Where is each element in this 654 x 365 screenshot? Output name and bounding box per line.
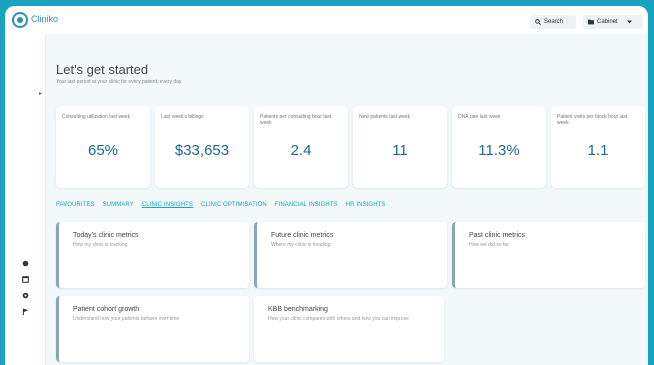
folder-icon (588, 19, 594, 25)
metric-label: Patient visits per block hour last week (557, 114, 628, 126)
card-title: Past clinic metrics (469, 232, 526, 239)
card-title: KBB benchmarking (268, 306, 328, 313)
app-window: Cliniko Search Cabinet ▸ Let's get start… (5, 6, 648, 365)
card-title: Patient cohort growth (73, 306, 140, 313)
home-icon[interactable] (22, 260, 29, 267)
metric-value: 11 (392, 142, 408, 159)
brand-name: Cliniko (31, 14, 59, 24)
metric-card[interactable]: Patient visits per block hour last week … (551, 106, 645, 188)
metric-value: 1.1 (587, 142, 609, 159)
search-button-label: Search (544, 19, 564, 25)
metric-label: Patients per consulting hour last week (260, 114, 332, 126)
main-content: Let's get started Your last period at yo… (46, 34, 648, 365)
insight-card-kbb-benchmarking[interactable]: KBB benchmarking How your clinic compare… (254, 296, 444, 362)
sidebar-collapse-icon[interactable]: ▸ (39, 90, 42, 97)
metric-label: Last week's billings (161, 114, 204, 120)
insight-card-todays-metrics[interactable]: Today's clinic metrics How my clinic is … (56, 222, 249, 288)
page-subtitle: Your last period at your clinic for ever… (56, 79, 183, 85)
cabinet-dropdown-label: Cabinet (597, 19, 618, 25)
metric-value: 65% (87, 142, 119, 159)
card-description: How we did so far (469, 242, 509, 248)
flag-icon[interactable] (22, 308, 29, 315)
metric-value: $33,653 (174, 142, 230, 159)
page-title: Let's get started (56, 62, 149, 77)
insight-tabs: FAVOURITES SUMMARY CLINIC INSIGHTS CLINI… (56, 202, 386, 214)
metric-card[interactable]: Last week's billings $33,653 (155, 106, 249, 188)
search-button[interactable]: Search (530, 15, 576, 29)
metric-label: New patients last week (359, 114, 411, 120)
metric-value: 11.3% (478, 142, 520, 159)
top-bar: Cliniko Search Cabinet (5, 6, 648, 35)
insight-card-past-metrics[interactable]: Past clinic metrics How we did so far (452, 222, 645, 288)
tab-favourites[interactable]: FAVOURITES (56, 202, 95, 214)
search-icon (535, 19, 541, 25)
tab-financial-insights[interactable]: FINANCIAL INSIGHTS (275, 202, 338, 214)
calendar-icon[interactable] (22, 276, 29, 283)
tab-clinic-insights[interactable]: CLINIC INSIGHTS (142, 202, 193, 214)
sidebar: ▸ (5, 34, 46, 365)
card-description: Understand how your patients behave over… (73, 316, 180, 322)
tab-hr-insights[interactable]: HR INSIGHTS (346, 202, 386, 214)
metric-label: Consulting utilization last week (62, 114, 131, 120)
card-title: Future clinic metrics (271, 232, 334, 239)
insight-card-future-metrics[interactable]: Future clinic metrics Where my clinic is… (254, 222, 447, 288)
cabinet-dropdown[interactable]: Cabinet (583, 15, 643, 29)
tab-clinic-optimisation[interactable]: CLINIC OPTIMISATION (201, 202, 267, 214)
card-description: Where my clinic is heading (271, 242, 331, 248)
metric-value: 2.4 (290, 142, 312, 159)
metric-card[interactable]: New patients last week 11 (353, 106, 447, 188)
metric-card[interactable]: DNA rate last week 11.3% (452, 106, 546, 188)
tab-summary[interactable]: SUMMARY (103, 202, 134, 214)
logo-icon[interactable] (12, 12, 28, 28)
insight-card-patient-cohort[interactable]: Patient cohort growth Understand how you… (56, 296, 249, 362)
card-description: How your clinic compares with others and… (268, 316, 409, 322)
card-description: How my clinic is tracking (73, 242, 128, 248)
settings-icon[interactable] (22, 292, 29, 299)
metric-card[interactable]: Patients per consulting hour last week 2… (254, 106, 348, 188)
metric-card[interactable]: Consulting utilization last week 65% (56, 106, 150, 188)
metric-label: DNA rate last week (458, 114, 501, 120)
card-title: Today's clinic metrics (73, 232, 139, 239)
chevron-down-icon (626, 20, 632, 24)
